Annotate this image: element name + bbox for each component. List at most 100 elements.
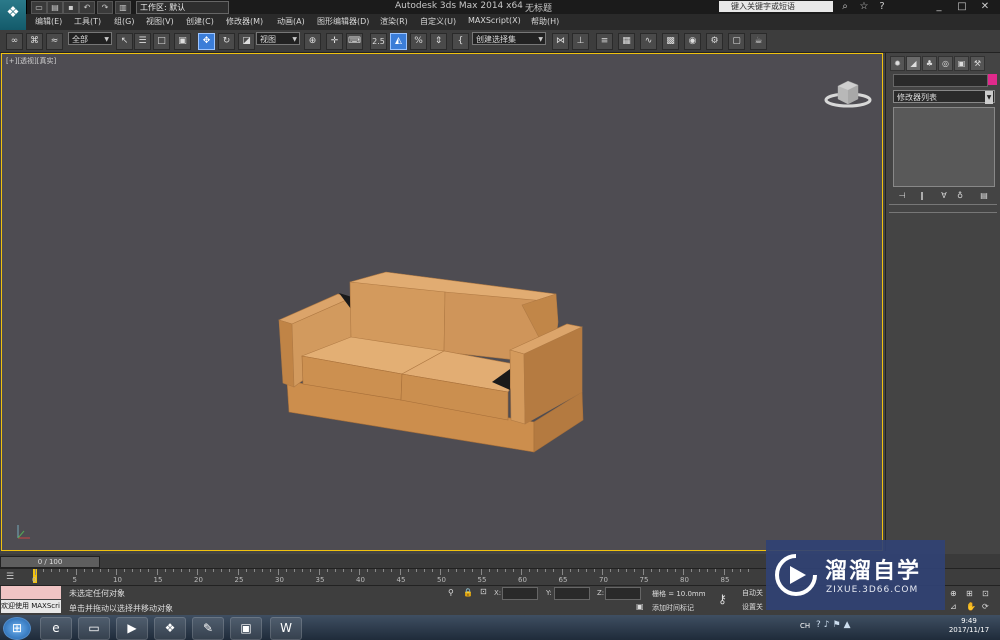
modifier-list-dropdown[interactable]: 修改器列表 (893, 90, 995, 104)
undo-icon[interactable]: ↶ (79, 1, 95, 14)
time-tag-icon[interactable]: ▣ (636, 602, 644, 611)
zoom-extents-icon[interactable]: ⊡ (982, 589, 989, 598)
app-logo-button[interactable]: ❖ (0, 0, 27, 30)
maxscript-listener-pink[interactable] (1, 586, 61, 599)
selection-lock-icon[interactable]: 🔒 (463, 588, 473, 597)
close-icon[interactable]: ✕ (976, 0, 994, 13)
binoculars-icon[interactable]: ⌕ (836, 0, 854, 13)
pan-icon[interactable]: ✋ (966, 602, 976, 611)
rendered-frame-window-icon[interactable]: ▢ (728, 33, 745, 50)
perspective-viewport[interactable]: [+][透视][真实] (1, 53, 883, 551)
select-object-icon[interactable]: ↖ (116, 33, 133, 50)
add-time-tag[interactable]: 添加时间标记 (652, 603, 694, 613)
edit-named-selection-icon[interactable]: { (452, 33, 469, 50)
media-player-icon[interactable]: ▶ (116, 617, 148, 640)
taskbar-clock[interactable]: 9:49 2017/11/17 (940, 617, 998, 635)
render-setup-icon[interactable]: ⚙ (706, 33, 723, 50)
star-icon[interactable]: ☆ (855, 0, 873, 13)
pin-stack-icon[interactable]: ⊣ (896, 191, 908, 201)
auto-key-button[interactable]: 自动关 (742, 588, 763, 598)
menu-edit[interactable]: 编辑(E) (35, 16, 62, 27)
angle-snap-icon[interactable]: ◭ (390, 33, 407, 50)
rectangular-selection-icon[interactable]: □ (153, 33, 170, 50)
configure-modifier-sets-icon[interactable]: ▤ (978, 191, 990, 201)
select-and-rotate-icon[interactable]: ↻ (218, 33, 235, 50)
z-coord-field[interactable] (605, 587, 641, 600)
snaps-toggle-icon[interactable]: 2.5 (370, 33, 387, 50)
new-file-icon[interactable]: ▭ (31, 1, 47, 14)
open-file-icon[interactable]: ▤ (47, 1, 63, 14)
language-indicator[interactable]: CH (800, 622, 810, 630)
render-production-icon[interactable]: ☕ (750, 33, 767, 50)
isolate-selection-icon[interactable]: ⚲ (448, 588, 454, 597)
remove-modifier-icon[interactable]: ♁ (954, 191, 966, 201)
object-name-field[interactable] (893, 74, 988, 87)
word-icon[interactable]: W (270, 617, 302, 640)
zoom-all-icon[interactable]: ⊞ (966, 589, 973, 598)
make-unique-icon[interactable]: ∀ (938, 191, 950, 201)
menu-animation[interactable]: 动画(A) (277, 16, 305, 27)
orbit-icon[interactable]: ⟳ (982, 602, 989, 611)
y-coord-field[interactable] (554, 587, 590, 600)
utilities-tab-icon[interactable]: ⚒ (970, 56, 985, 71)
menu-create[interactable]: 创建(C) (186, 16, 214, 27)
display-tab-icon[interactable]: ▣ (954, 56, 969, 71)
create-tab-icon[interactable]: ✹ (890, 56, 905, 71)
modifier-stack[interactable] (893, 107, 995, 187)
ie-browser-icon[interactable]: e (40, 617, 72, 640)
material-editor-icon[interactable]: ◉ (684, 33, 701, 50)
menu-modifiers[interactable]: 修改器(M) (226, 16, 263, 27)
percent-snap-icon[interactable]: % (410, 33, 427, 50)
minimize-icon[interactable]: _ (930, 0, 948, 13)
select-by-name-icon[interactable]: ☰ (134, 33, 151, 50)
set-key-button[interactable]: 设置关 (742, 602, 763, 612)
viewcube-icon[interactable] (822, 72, 874, 112)
menu-help[interactable]: 帮助(H) (531, 16, 559, 27)
pivot-center-icon[interactable]: ⊕ (304, 33, 321, 50)
maximize-icon[interactable]: □ (953, 0, 971, 13)
link-icon[interactable]: ∞ (6, 33, 23, 50)
unlink-icon[interactable]: ⌘ (26, 33, 43, 50)
schematic-view-icon[interactable]: ▩ (662, 33, 679, 50)
align-icon[interactable]: ⊥ (572, 33, 589, 50)
3dsmax-taskbar-icon[interactable]: ❖ (154, 617, 186, 640)
menu-graph-editors[interactable]: 图形编辑器(D) (317, 16, 369, 27)
object-color-swatch[interactable] (988, 74, 997, 85)
spinner-snap-icon[interactable]: ⇕ (430, 33, 447, 50)
sofa-model[interactable] (2, 54, 883, 551)
zoom-icon[interactable]: ⊕ (950, 589, 957, 598)
menu-view[interactable]: 视图(V) (146, 16, 174, 27)
bind-space-warp-icon[interactable]: ≈ (46, 33, 63, 50)
paint-icon[interactable]: ✎ (192, 617, 224, 640)
save-file-icon[interactable]: ▪ (63, 1, 79, 14)
start-button[interactable]: ⊞ (3, 617, 31, 640)
help-icon[interactable]: ? (873, 0, 891, 13)
redo-icon[interactable]: ↷ (97, 1, 113, 14)
mirror-icon[interactable]: ⋈ (552, 33, 569, 50)
search-input[interactable]: 键入关键字或短语 (719, 1, 833, 12)
window-crossing-icon[interactable]: ▣ (174, 33, 191, 50)
curve-editor-icon[interactable]: ∿ (640, 33, 657, 50)
layer-manager-icon[interactable]: ≡ (596, 33, 613, 50)
select-and-move-icon[interactable]: ✥ (198, 33, 215, 50)
show-end-result-icon[interactable]: ‖ (916, 191, 928, 201)
system-tray-icons[interactable]: ?♪⚑▲ (816, 620, 854, 630)
file-explorer-icon[interactable]: ▭ (78, 617, 110, 640)
hierarchy-tab-icon[interactable]: ♣ (922, 56, 937, 71)
select-and-scale-icon[interactable]: ◪ (238, 33, 255, 50)
keyboard-shortcut-override-icon[interactable]: ⌨ (346, 33, 363, 50)
x-coord-field[interactable] (502, 587, 538, 600)
time-slider[interactable]: 0 / 100 (0, 556, 100, 568)
named-selection-dropdown[interactable]: 创建选择集 (472, 32, 546, 46)
menu-tools[interactable]: 工具(T) (74, 16, 101, 27)
graphite-tools-icon[interactable]: ▦ (618, 33, 635, 50)
menu-maxscript[interactable]: MAXScript(X) (468, 16, 521, 25)
selection-filter-dropdown[interactable]: 全部 (68, 32, 112, 46)
absolute-mode-icon[interactable]: ⊡ (480, 587, 487, 596)
maxscript-mini-listener[interactable]: 欢迎使用 MAXScri (1, 600, 61, 613)
workspace-dropdown[interactable]: 工作区: 默认 (136, 1, 229, 14)
select-manipulate-icon[interactable]: ✛ (326, 33, 343, 50)
menu-customize[interactable]: 自定义(U) (420, 16, 456, 27)
menu-rendering[interactable]: 渲染(R) (380, 16, 408, 27)
menu-group[interactable]: 组(G) (114, 16, 134, 27)
